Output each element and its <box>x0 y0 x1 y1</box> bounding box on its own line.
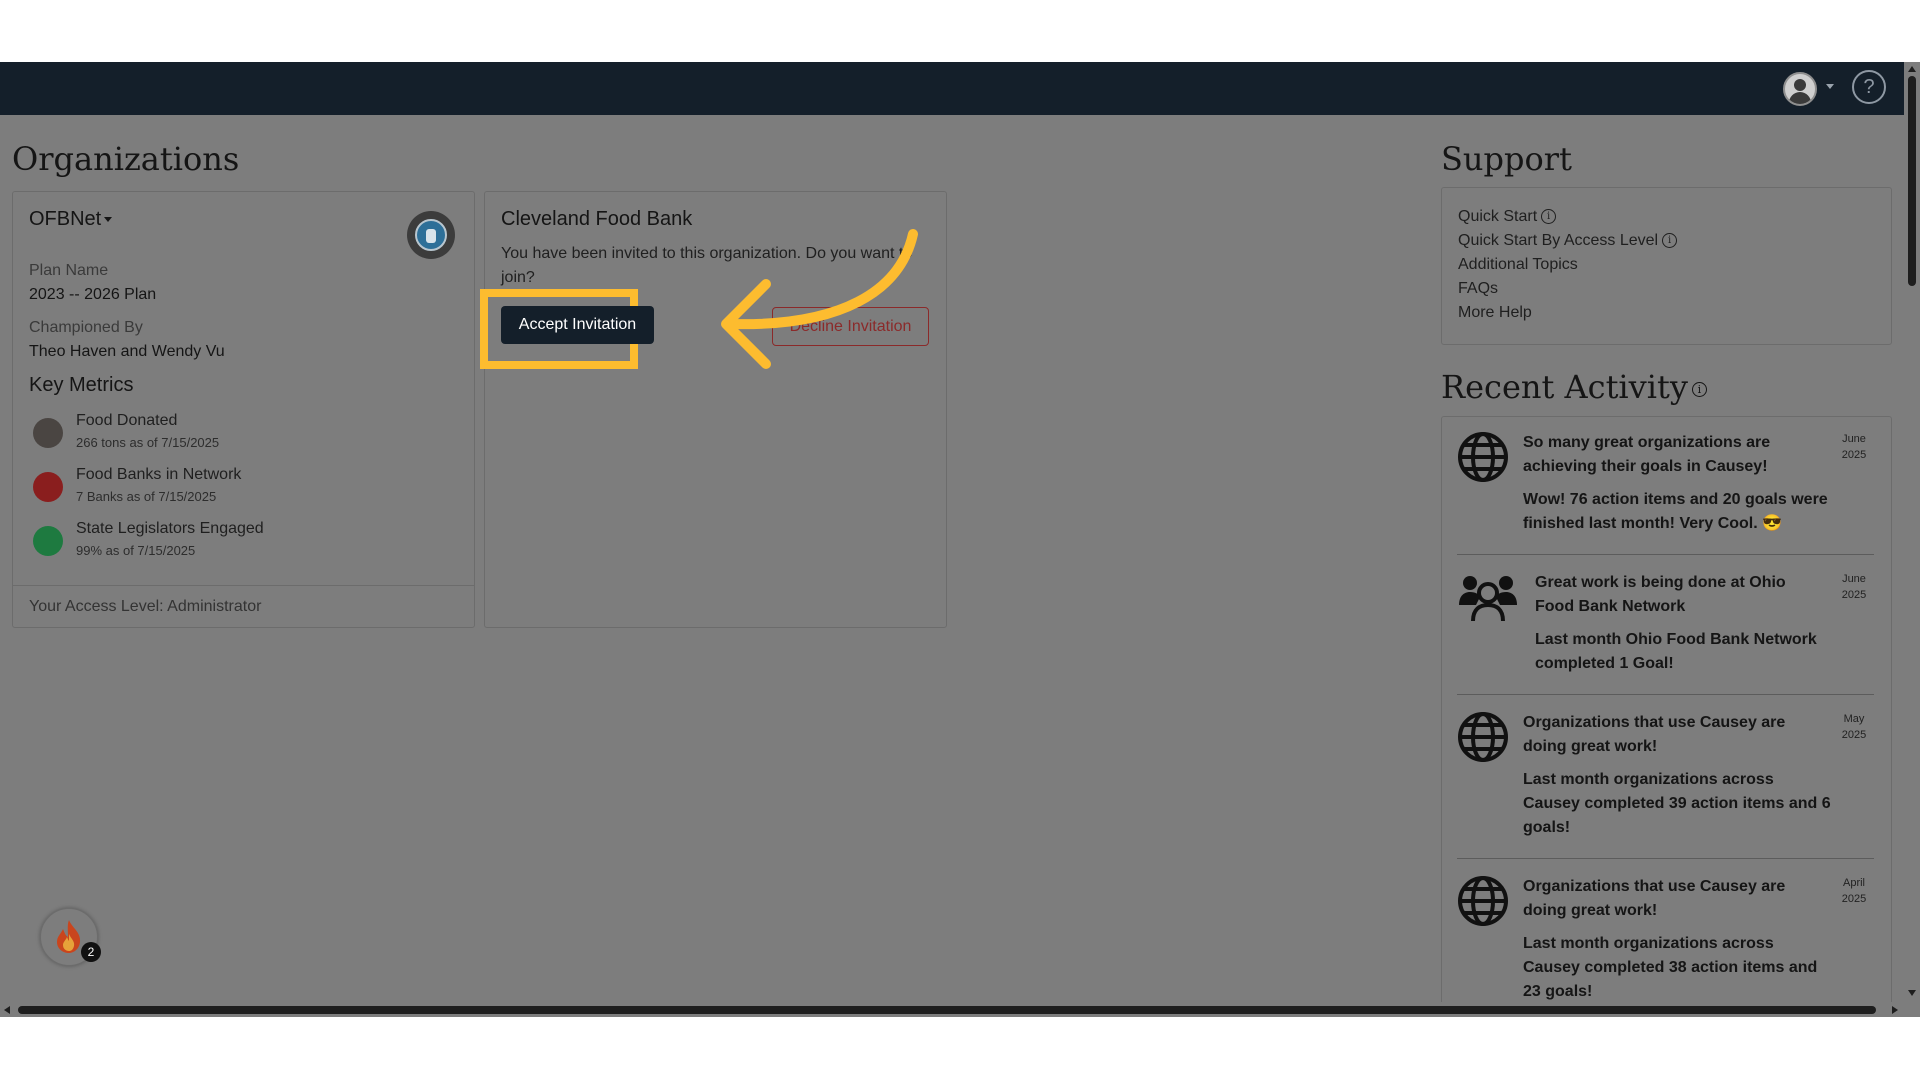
recent-activity-card: So many great organizations are achievin… <box>1441 416 1892 1017</box>
globe-icon <box>1458 432 1508 482</box>
question-circle-icon[interactable]: ? <box>1852 70 1886 104</box>
activity-date: April 2025 <box>1841 877 1867 905</box>
championed-by-value: Theo Haven and Wendy Vu <box>29 343 225 360</box>
metric-name: Food Banks in Network <box>76 466 242 483</box>
scroll-thumb[interactable] <box>18 1006 1876 1014</box>
info-icon: i <box>1541 209 1557 225</box>
scroll-thumb[interactable] <box>1908 76 1916 286</box>
activity-item: Organizations that use Causey are doing … <box>1457 711 1874 859</box>
support-heading: Support <box>1441 140 1572 178</box>
chevron-down-icon[interactable] <box>1826 84 1834 89</box>
metric-name: State Legislators Engaged <box>76 520 264 537</box>
access-level-footer: Your Access Level: Administrator <box>13 585 474 628</box>
support-link-quick-start[interactable]: Quick Start i <box>1458 208 1557 226</box>
vertical-scrollbar[interactable] <box>1904 62 1920 1017</box>
activity-body: Last month Ohio Food Bank Network comple… <box>1535 631 1817 672</box>
organization-card-ofbnet: OFBNet Plan Name 2023 -- 2026 Plan Champ… <box>12 191 475 628</box>
divider <box>1457 858 1874 859</box>
globe-icon <box>1458 876 1508 926</box>
caret-down-icon <box>104 217 113 223</box>
activity-body: Wow! 76 action items and 20 goals were f… <box>1523 491 1828 532</box>
activity-item: So many great organizations are achievin… <box>1457 431 1874 555</box>
scroll-left-icon[interactable] <box>4 1006 10 1014</box>
user-avatar-icon[interactable] <box>1783 72 1817 106</box>
notification-count-badge: 2 <box>81 942 101 962</box>
key-metrics-heading: Key Metrics <box>29 374 134 396</box>
info-icon[interactable]: i <box>1691 382 1707 397</box>
championed-by-label: Championed By <box>29 319 143 336</box>
scroll-up-icon[interactable] <box>1908 66 1916 72</box>
arrow-annotation-icon <box>721 229 918 369</box>
plan-name-label: Plan Name <box>29 262 109 279</box>
divider <box>1457 554 1874 555</box>
support-link-faqs[interactable]: FAQs <box>1458 280 1498 298</box>
activity-title: Organizations that use Causey are doing … <box>1523 878 1786 919</box>
scroll-down-icon[interactable] <box>1908 990 1916 996</box>
metric-sub: 99% as of 7/15/2025 <box>76 543 196 558</box>
globe-icon <box>1458 712 1508 762</box>
metric-name: Food Donated <box>76 412 178 429</box>
metric-dot-red <box>33 472 63 502</box>
plan-name-value: 2023 -- 2026 Plan <box>29 286 157 303</box>
app-screen: ? Organizations OFBNet Plan Name 2023 --… <box>0 62 1920 1017</box>
activity-body: Last month organizations across Causey c… <box>1523 771 1831 836</box>
activity-body: Last month organizations across Causey c… <box>1523 935 1818 1000</box>
metric-dot-dark <box>33 418 63 448</box>
metric-sub: 7 Banks as of 7/15/2025 <box>76 489 217 504</box>
activity-date: June 2025 <box>1841 573 1867 601</box>
access-level-text: Your Access Level: Administrator <box>29 598 262 615</box>
org-name-dropdown[interactable]: OFBNet <box>29 208 113 231</box>
info-icon: i <box>1662 233 1678 249</box>
support-card: Quick Start i Quick Start By Access Level… <box>1441 187 1892 345</box>
invite-org-name: Cleveland Food Bank <box>501 208 693 230</box>
activity-title: So many great organizations are achievin… <box>1523 434 1771 475</box>
recent-activity-heading: Recent Activity i <box>1441 368 1707 406</box>
fire-icon <box>57 920 81 953</box>
scroll-right-icon[interactable] <box>1892 1006 1898 1014</box>
activity-title: Organizations that use Causey are doing … <box>1523 714 1786 755</box>
support-link-additional-topics[interactable]: Additional Topics <box>1458 256 1578 274</box>
organizations-heading: Organizations <box>12 140 240 178</box>
metric-sub: 266 tons as of 7/15/2025 <box>76 435 220 450</box>
activity-date: May 2025 <box>1841 713 1867 741</box>
activity-title: Great work is being done at Ohio Food Ba… <box>1535 574 1786 615</box>
top-navbar: ? <box>0 62 1904 115</box>
support-link-quick-start-access[interactable]: Quick Start By Access Level i <box>1458 232 1678 250</box>
horizontal-scrollbar[interactable] <box>0 1002 1904 1017</box>
users-icon <box>1459 576 1517 622</box>
metric-dot-green <box>33 526 63 556</box>
org-seal-logo <box>407 211 455 259</box>
activity-item: Organizations that use Causey are doing … <box>1457 875 1874 1017</box>
accept-invitation-button[interactable]: Accept Invitation <box>501 306 654 344</box>
support-link-more-help[interactable]: More Help <box>1458 304 1532 322</box>
divider <box>1457 694 1874 695</box>
activity-date: June 2025 <box>1841 433 1867 461</box>
activity-item: Great work is being done at Ohio Food Ba… <box>1457 571 1874 695</box>
